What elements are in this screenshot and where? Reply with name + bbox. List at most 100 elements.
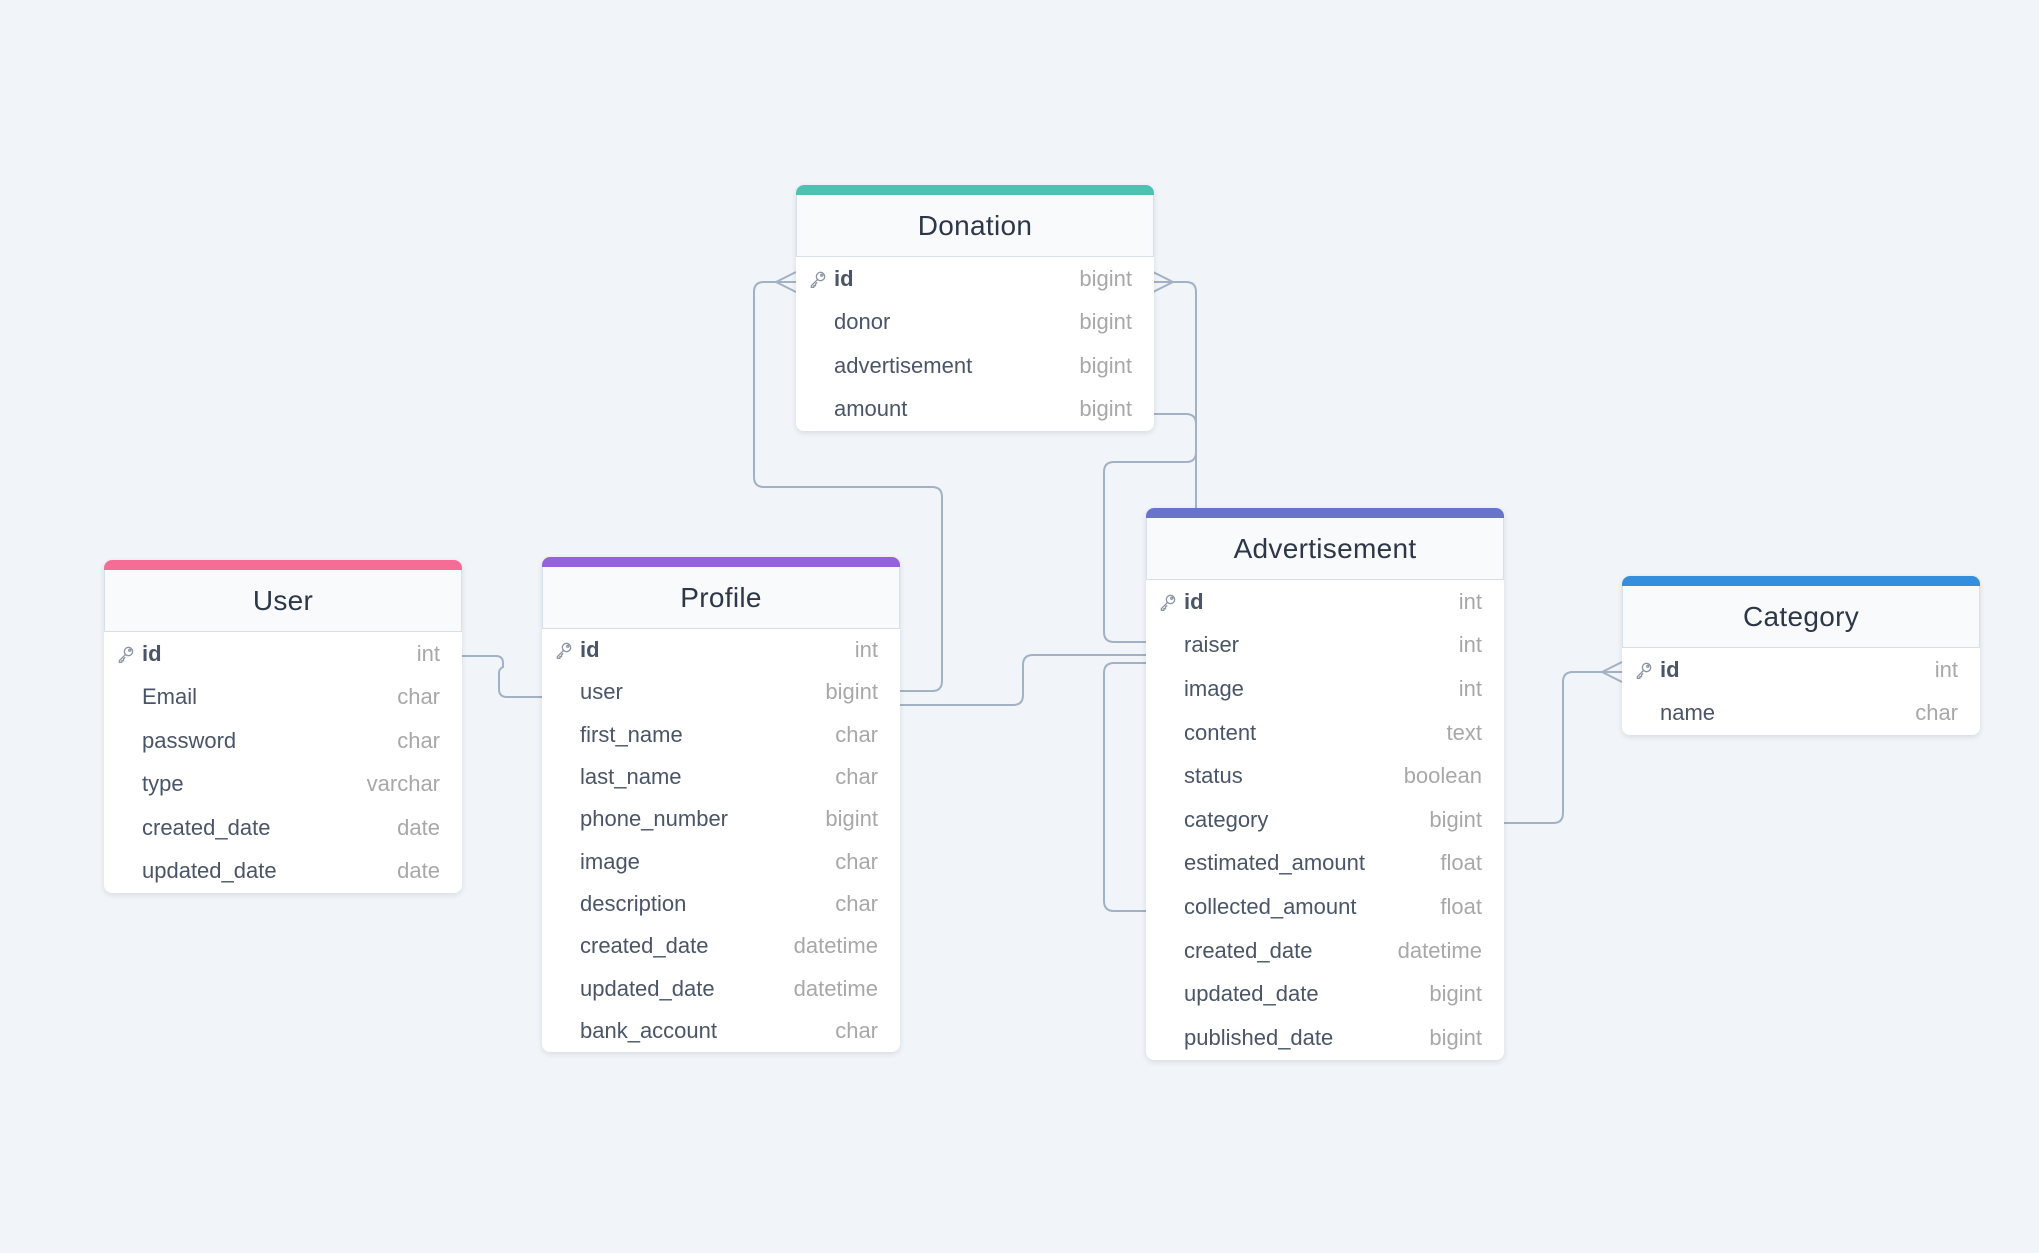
key-slot: [1158, 678, 1184, 700]
field-type: bigint: [1429, 1024, 1482, 1050]
field-name: image: [1184, 675, 1244, 701]
table-header[interactable]: Category: [1622, 586, 1980, 648]
field-name: id: [580, 637, 600, 663]
field-row[interactable]: password char: [104, 719, 462, 763]
field-left: type: [116, 771, 184, 797]
field-type: bigint: [1079, 265, 1132, 291]
field-row[interactable]: last_name char: [542, 756, 900, 798]
field-row[interactable]: category bigint: [1146, 798, 1504, 842]
field-row[interactable]: content text: [1146, 711, 1504, 755]
field-row[interactable]: type varchar: [104, 763, 462, 807]
crowfoot-donation-left: [775, 271, 797, 293]
field-row[interactable]: updated_date datetime: [542, 967, 900, 1009]
field-type: char: [835, 1017, 878, 1043]
key-slot: [1158, 765, 1184, 787]
field-name: category: [1184, 806, 1269, 832]
field-row[interactable]: id bigint: [796, 257, 1154, 301]
field-left: name: [1634, 700, 1715, 726]
field-left: content: [1158, 720, 1256, 746]
field-left: updated_date: [116, 858, 277, 884]
field-row[interactable]: id int: [104, 632, 462, 676]
field-left: id: [1158, 589, 1204, 615]
field-row[interactable]: updated_date date: [104, 850, 462, 894]
field-type: int: [854, 637, 878, 663]
table-header[interactable]: Donation: [796, 195, 1154, 257]
field-name: raiser: [1184, 632, 1240, 658]
field-type: datetime: [1397, 937, 1482, 963]
field-name: updated_date: [580, 975, 715, 1001]
field-row[interactable]: donor bigint: [796, 301, 1154, 345]
field-type: bigint: [825, 679, 878, 705]
field-row[interactable]: bank_account char: [542, 1010, 900, 1052]
table-profile[interactable]: Profile id int user bigint first_name char last…: [542, 557, 900, 1052]
table-advertisement[interactable]: Advertisement id int raiser int image int conte…: [1146, 508, 1504, 1060]
field-type: boolean: [1403, 763, 1482, 789]
key-slot: [116, 773, 142, 795]
field-left: donor: [808, 309, 890, 335]
field-row[interactable]: published_date bigint: [1146, 1016, 1504, 1060]
table-color-bar: [104, 560, 462, 570]
field-row[interactable]: description char: [542, 883, 900, 925]
field-left: status: [1158, 763, 1243, 789]
key-icon: [808, 268, 834, 290]
field-left: raiser: [1158, 632, 1239, 658]
key-slot: [808, 398, 834, 420]
connector-user-profile[interactable]: [462, 655, 542, 698]
field-left: amount: [808, 396, 907, 422]
field-row[interactable]: estimated_amount float: [1146, 842, 1504, 886]
field-left: category: [1158, 807, 1268, 833]
field-name: last_name: [580, 764, 682, 790]
field-type: text: [1446, 719, 1482, 745]
field-row[interactable]: name char: [1622, 692, 1980, 736]
field-row[interactable]: image int: [1146, 667, 1504, 711]
field-name: id: [142, 640, 162, 666]
table-title: Profile: [680, 581, 762, 613]
field-row[interactable]: user bigint: [542, 671, 900, 713]
field-name: password: [142, 727, 237, 753]
field-type: datetime: [793, 933, 878, 959]
field-row[interactable]: status boolean: [1146, 754, 1504, 798]
table-header[interactable]: User: [104, 570, 462, 632]
field-row[interactable]: collected_amount float: [1146, 885, 1504, 929]
connector-donation-advertisement[interactable]: [1153, 281, 1197, 508]
key-slot: [1158, 1027, 1184, 1049]
field-name: updated_date: [1184, 981, 1319, 1007]
field-row[interactable]: id int: [1622, 648, 1980, 692]
table-donation[interactable]: Donation id bigint donor bigint advertisement…: [796, 185, 1154, 431]
table-header[interactable]: Profile: [542, 567, 900, 629]
table-user[interactable]: User id int Email char password char type varcha…: [104, 560, 462, 893]
field-row[interactable]: advertisement bigint: [796, 344, 1154, 388]
table-category[interactable]: Category id int name char: [1622, 576, 1980, 735]
field-row[interactable]: created_date date: [104, 806, 462, 850]
field-type: datetime: [793, 975, 878, 1001]
key-slot: [1158, 983, 1184, 1005]
key-slot: [116, 860, 142, 882]
field-row[interactable]: image char: [542, 840, 900, 882]
connector-advertisement-self[interactable]: [1103, 662, 1146, 912]
crowfoot-donation-right: [1152, 271, 1174, 293]
field-row[interactable]: created_date datetime: [1146, 929, 1504, 973]
table-title: Category: [1742, 600, 1859, 632]
field-row[interactable]: updated_date bigint: [1146, 972, 1504, 1016]
field-row[interactable]: raiser int: [1146, 624, 1504, 668]
field-row[interactable]: first_name char: [542, 714, 900, 756]
key-slot: [1158, 634, 1184, 656]
field-row[interactable]: id int: [1146, 580, 1504, 624]
field-type: char: [397, 727, 440, 753]
field-left: updated_date: [554, 976, 715, 1002]
field-type: char: [835, 764, 878, 790]
field-name: created_date: [142, 814, 271, 840]
field-row[interactable]: Email char: [104, 676, 462, 720]
field-type: date: [397, 814, 440, 840]
connector-advertisement-category[interactable]: [1504, 671, 1622, 824]
connector-profile-advertisement[interactable]: [900, 654, 1146, 706]
key-slot: [1158, 722, 1184, 744]
key-icon: [554, 639, 580, 661]
field-row[interactable]: amount bigint: [796, 388, 1154, 432]
field-row[interactable]: phone_number bigint: [542, 798, 900, 840]
table-title: Advertisement: [1233, 532, 1417, 564]
field-row[interactable]: id int: [542, 629, 900, 671]
table-header[interactable]: Advertisement: [1146, 518, 1504, 580]
field-left: password: [116, 728, 236, 754]
field-row[interactable]: created_date datetime: [542, 925, 900, 967]
